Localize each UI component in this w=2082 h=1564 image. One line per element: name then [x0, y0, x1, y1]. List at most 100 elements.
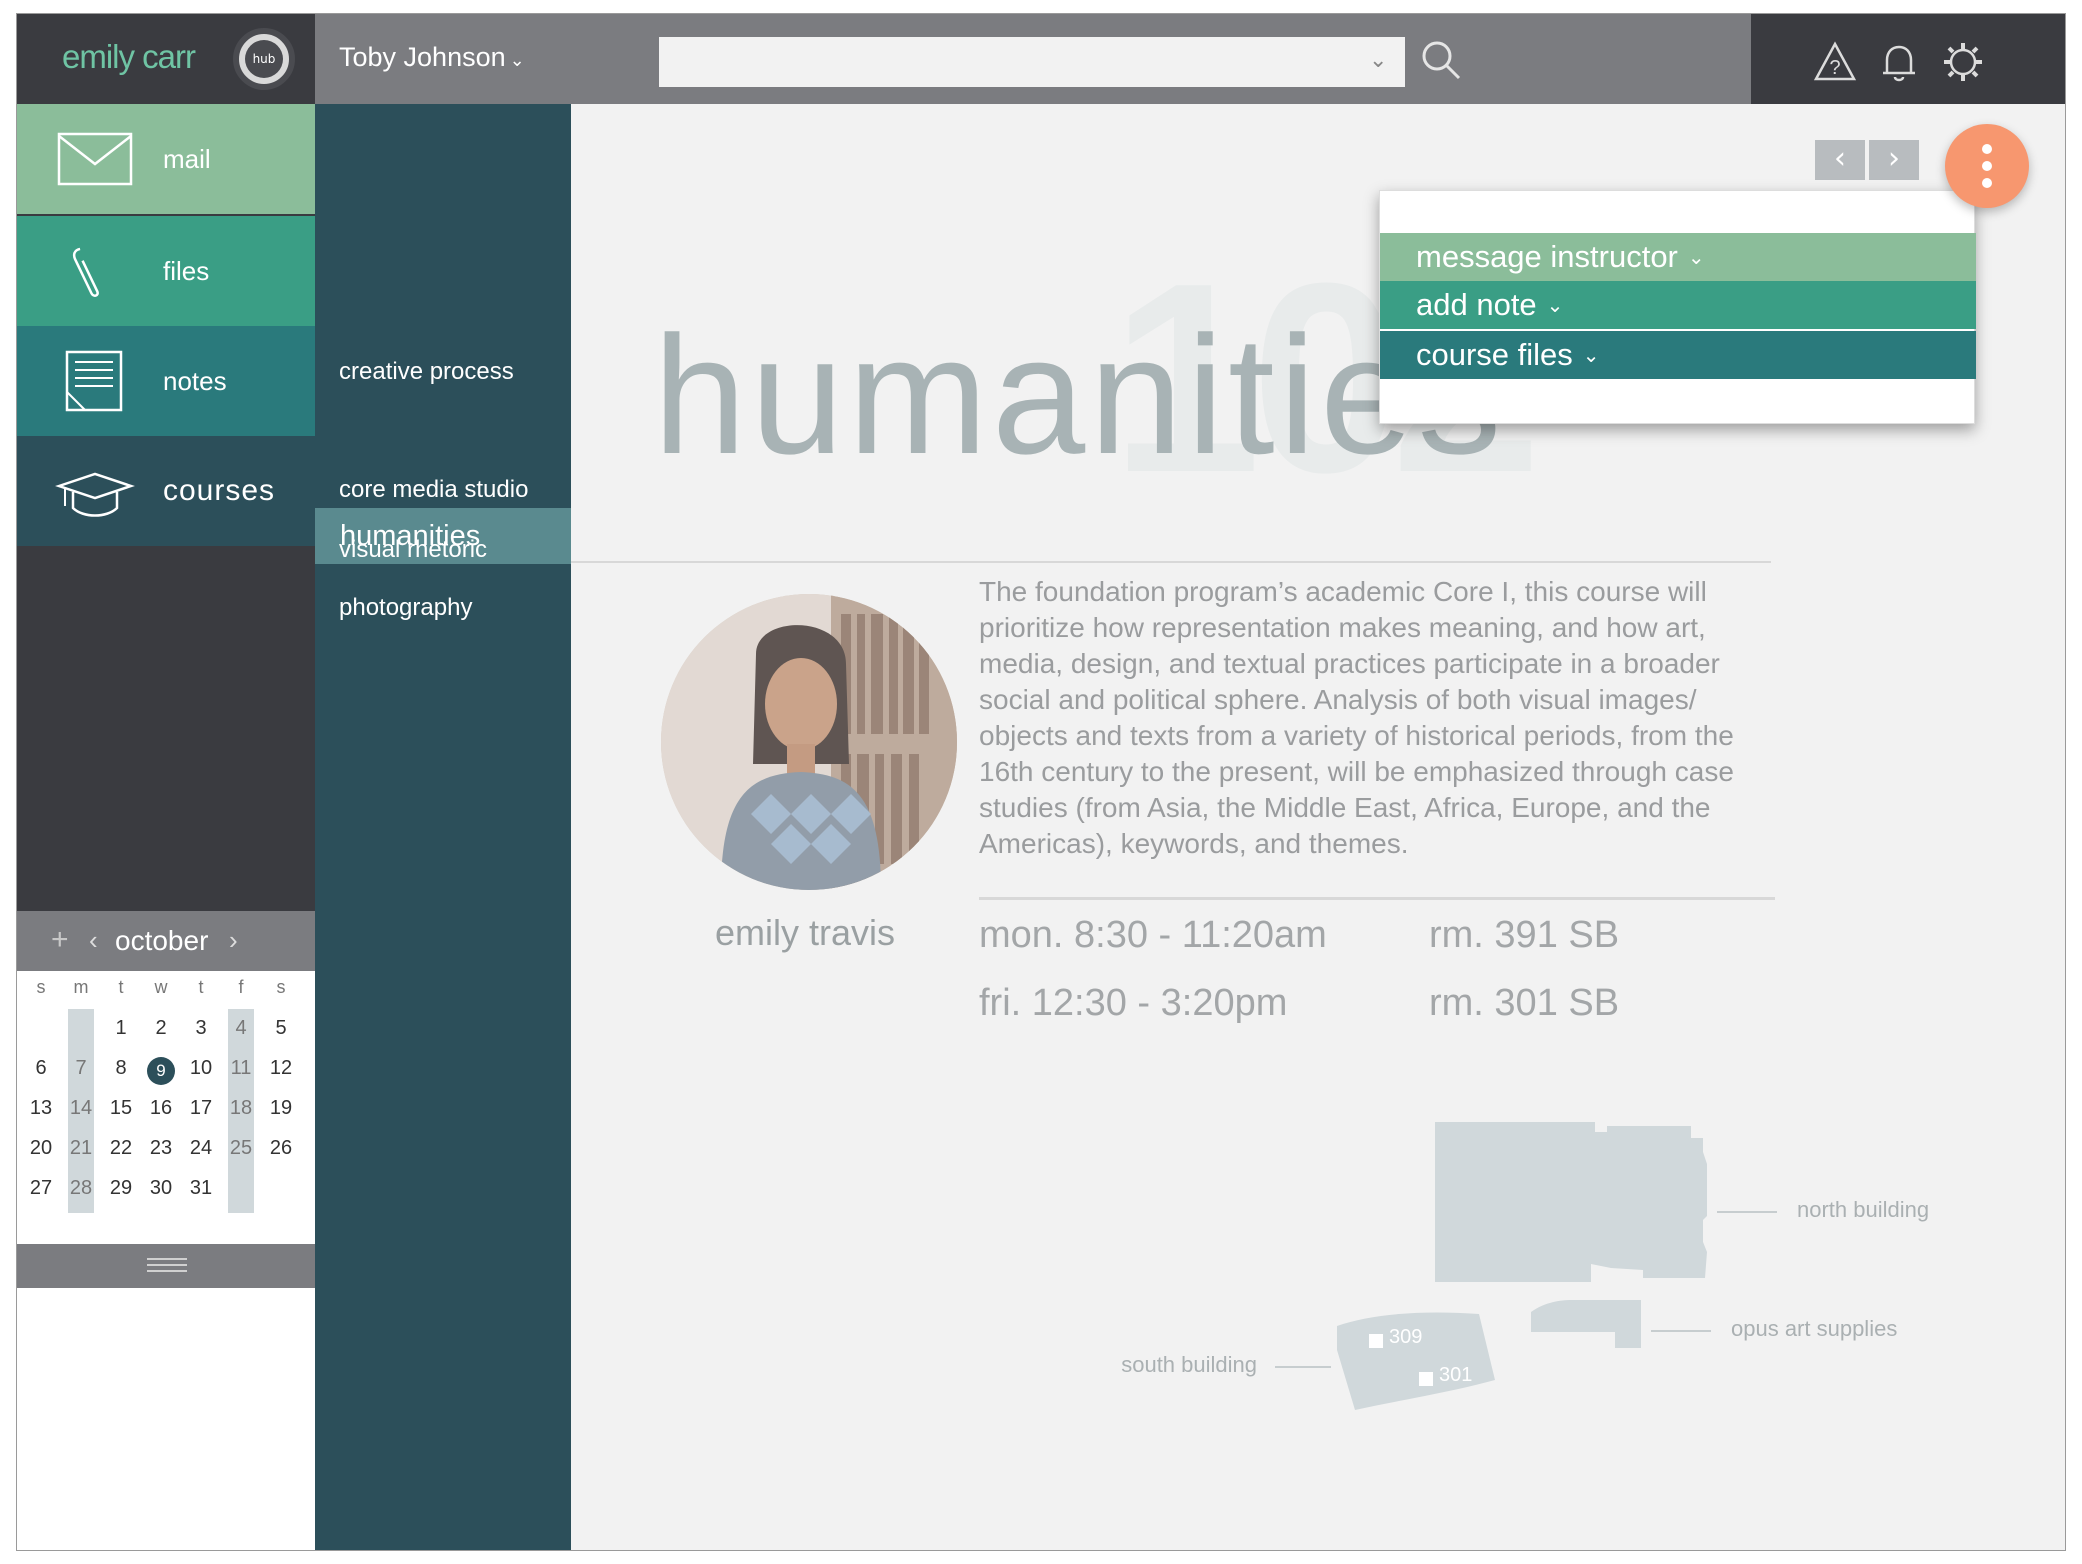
course-item-photography[interactable]: photography — [315, 580, 571, 636]
bell-icon[interactable] — [1877, 40, 1921, 84]
room-309-marker-icon — [1369, 1334, 1383, 1348]
main-content: 102 humanities emily travis The foundati… — [571, 104, 2065, 1550]
nav-item-files[interactable]: files — [17, 216, 315, 326]
calendar-day[interactable]: 26 — [261, 1137, 301, 1160]
calendar-weekday: f — [238, 977, 244, 997]
calendar-day[interactable]: 27 — [21, 1177, 61, 1200]
calendar-day[interactable]: 17 — [181, 1097, 221, 1120]
calendar-prev-icon[interactable]: ‹ — [89, 925, 98, 956]
calendar-day[interactable]: 15 — [101, 1097, 141, 1120]
nav-item-mail[interactable]: mail — [17, 104, 315, 214]
nav-item-courses[interactable]: courses — [17, 436, 315, 546]
calendar-weekday: t — [118, 977, 124, 997]
calendar-day[interactable]: 29 — [101, 1177, 141, 1200]
calendar-day[interactable]: 21 — [61, 1137, 101, 1160]
campus-map[interactable]: north building opus art supplies south b… — [1071, 1104, 2065, 1550]
gear-icon[interactable] — [1941, 40, 1985, 84]
sidebar-empty-area — [17, 1288, 315, 1550]
calendar-day[interactable]: 23 — [141, 1137, 181, 1160]
actions-menu: message instructor ⌄ add note ⌄ course fil… — [1379, 190, 1976, 424]
brand: emily carr hub — [17, 14, 315, 104]
mail-icon — [57, 132, 133, 186]
calendar-day[interactable]: 28 — [61, 1177, 101, 1200]
map-label-north-building: north building — [1797, 1197, 1930, 1222]
instructor-name: emily travis — [715, 912, 896, 953]
divider — [979, 897, 1775, 900]
prev-course-button[interactable]: ‹ — [1815, 140, 1865, 180]
calendar-day-today[interactable]: 9 — [141, 1057, 181, 1085]
calendar-weekday: s — [36, 977, 46, 997]
map-leader-line — [1651, 1330, 1711, 1332]
top-bar: emily carr hub Toby Johnson ⌄ ⌄ ? — [17, 14, 2065, 104]
user-name: Toby Johnson — [339, 42, 506, 72]
svg-text:?: ? — [1829, 57, 1840, 79]
north-building-shape[interactable] — [1435, 1122, 1707, 1282]
map-leader-line — [1717, 1211, 1777, 1213]
calendar-day[interactable]: 22 — [101, 1137, 141, 1160]
calendar-day[interactable]: 31 — [181, 1177, 221, 1200]
top-right-icons: ? — [1751, 14, 2065, 104]
chevron-down-icon: ⌄ — [1687, 246, 1705, 269]
chevron-down-icon: ⌄ — [1546, 294, 1564, 317]
left-sidebar: mail files notes courses + ‹ october › s… — [17, 104, 315, 1550]
mini-calendar: + ‹ october › s m t w t f s 1 2 3 4 5 6 7 8 9 10 11 12 13 14… — [17, 911, 315, 1267]
more-options-button[interactable] — [1945, 124, 2029, 208]
more-dot-icon — [1982, 178, 1992, 188]
calendar-day-label: 9 — [147, 1057, 175, 1085]
calendar-weekday: s — [276, 977, 286, 997]
calendar-day[interactable]: 18 — [221, 1097, 261, 1120]
calendar-day[interactable]: 3 — [181, 1017, 221, 1040]
map-label-room-301: 301 — [1439, 1364, 1473, 1386]
hub-logo-text: hub — [245, 40, 283, 78]
drag-handle-icon[interactable] — [147, 1258, 187, 1272]
nav-label-mail: mail — [163, 143, 211, 174]
menu-item-message-instructor[interactable]: message instructor ⌄ — [1380, 233, 1976, 281]
nav-item-notes[interactable]: notes — [17, 326, 315, 436]
calendar-day[interactable]: 19 — [261, 1097, 301, 1120]
calendar-day[interactable]: 7 — [61, 1057, 101, 1080]
calendar-day[interactable]: 20 — [21, 1137, 61, 1160]
user-menu[interactable]: Toby Johnson ⌄ — [339, 42, 525, 73]
map-leader-line — [1275, 1366, 1331, 1368]
map-label-south-building: south building — [1121, 1352, 1257, 1377]
calendar-day[interactable]: 8 — [101, 1057, 141, 1080]
calendar-footer[interactable] — [17, 1244, 315, 1288]
calendar-day[interactable]: 1 — [101, 1017, 141, 1040]
room-301-marker-icon — [1419, 1372, 1433, 1386]
calendar-day[interactable]: 2 — [141, 1017, 181, 1040]
menu-item-label: message instructor — [1416, 239, 1678, 274]
course-item-creative-process[interactable]: creative process — [315, 344, 571, 400]
search-icon[interactable] — [1417, 36, 1465, 84]
schedule-room-2: rm. 301 SB — [1429, 982, 1620, 1024]
calendar-day[interactable]: 4 — [221, 1017, 261, 1040]
more-dot-icon — [1982, 144, 1992, 154]
search-input[interactable] — [659, 37, 1405, 87]
brand-name: emily carr — [62, 38, 196, 75]
map-label-opus-art-supplies: opus art supplies — [1731, 1316, 1898, 1341]
menu-item-course-files[interactable]: course files ⌄ — [1380, 331, 1976, 379]
next-course-button[interactable]: › — [1869, 140, 1919, 180]
hub-logo-icon[interactable]: hub — [233, 28, 295, 90]
opus-art-supplies-shape[interactable] — [1531, 1300, 1641, 1348]
calendar-day[interactable]: 16 — [141, 1097, 181, 1120]
course-item-core-media-studio[interactable]: core media studio — [315, 462, 571, 518]
menu-item-add-note[interactable]: add note ⌄ — [1380, 281, 1976, 329]
calendar-day[interactable]: 12 — [261, 1057, 301, 1080]
calendar-day[interactable]: 24 — [181, 1137, 221, 1160]
graduation-cap-icon — [55, 472, 135, 517]
calendar-day[interactable]: 6 — [21, 1057, 61, 1080]
calendar-day[interactable]: 5 — [261, 1017, 301, 1040]
calendar-next-icon[interactable]: › — [229, 925, 238, 956]
calendar-day[interactable]: 11 — [221, 1057, 261, 1080]
course-item-visual-rhetoric[interactable]: visual rhetoric — [315, 522, 571, 578]
calendar-day[interactable]: 25 — [221, 1137, 261, 1160]
calendar-day[interactable]: 13 — [21, 1097, 61, 1120]
warning-icon[interactable]: ? — [1813, 40, 1857, 84]
add-event-icon[interactable]: + — [51, 923, 69, 957]
calendar-day[interactable]: 14 — [61, 1097, 101, 1120]
calendar-weekday: m — [73, 977, 89, 997]
calendar-weekday: w — [154, 977, 168, 997]
calendar-day[interactable]: 30 — [141, 1177, 181, 1200]
calendar-day[interactable]: 10 — [181, 1057, 221, 1080]
search-dropdown-chevron-icon[interactable]: ⌄ — [1369, 48, 1387, 73]
